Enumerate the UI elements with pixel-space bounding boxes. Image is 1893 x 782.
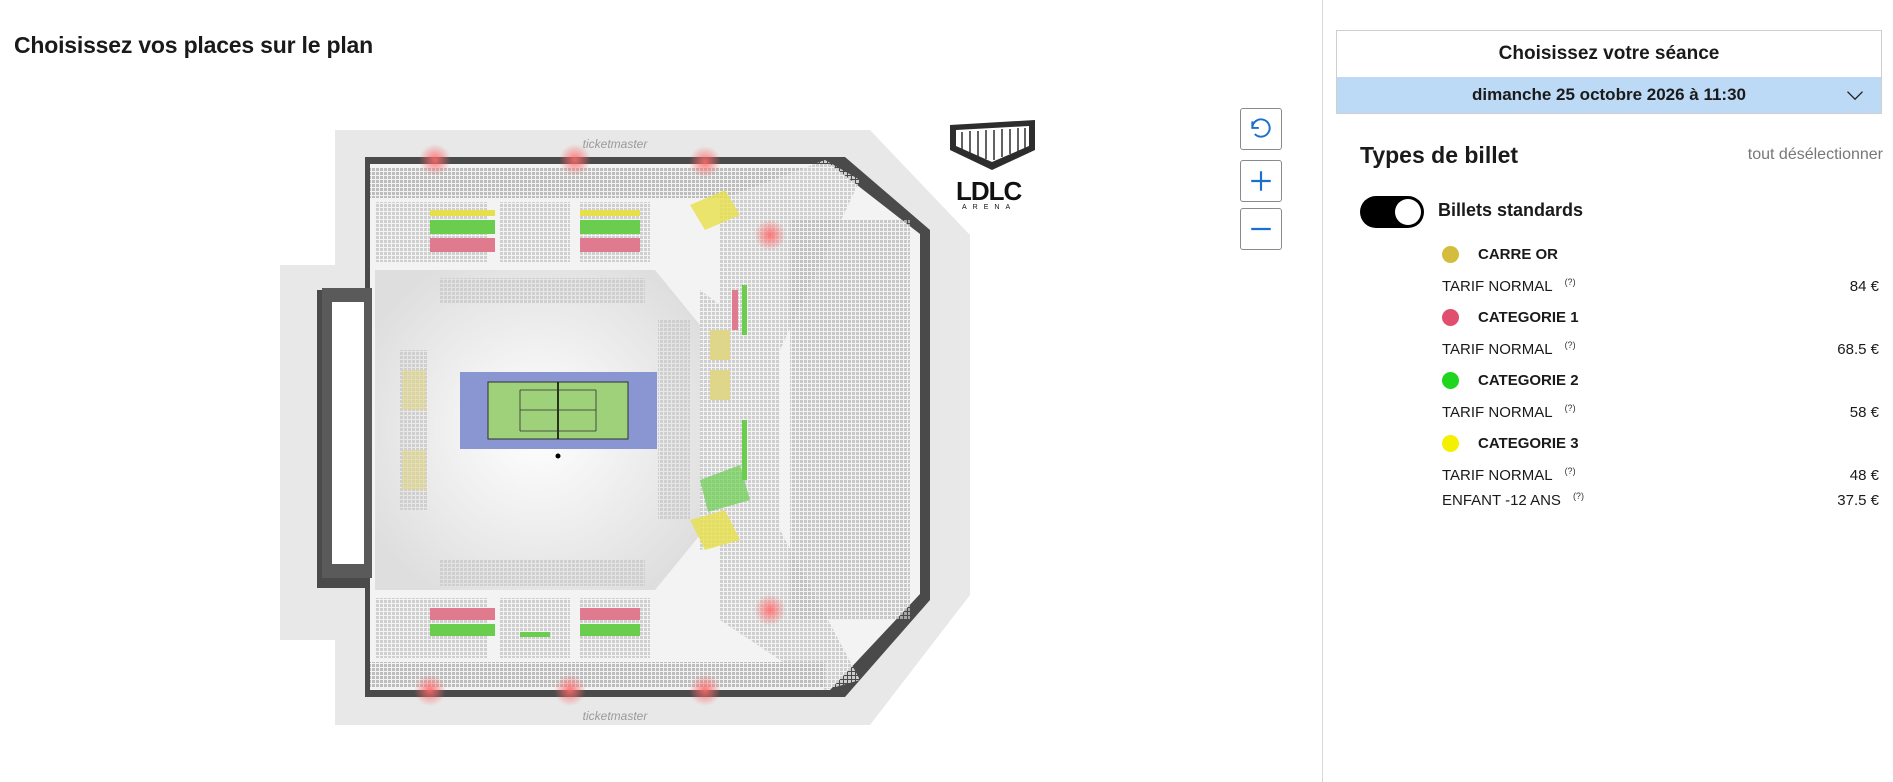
- category-carre-or: CARRE OR: [1442, 246, 1558, 263]
- cat2-rows: [430, 220, 495, 234]
- session-selector: Choisissez votre séance dimanche 25 octo…: [1336, 30, 1882, 114]
- seat-map[interactable]: ticketmaster ticketmaster: [280, 120, 980, 735]
- session-dropdown[interactable]: dimanche 25 octobre 2026 à 11:30: [1337, 77, 1881, 113]
- rate-label: TARIF NORMAL: [1442, 467, 1553, 484]
- right-upper-stand[interactable]: [790, 220, 910, 620]
- logo-main-text: LDLC: [956, 176, 1022, 206]
- cat3-rows: [580, 210, 640, 216]
- light: [689, 146, 721, 178]
- cat3-rows: [430, 210, 495, 216]
- help-icon[interactable]: (?): [1565, 340, 1576, 350]
- ldlc-arena-logo: LDLC ARENA: [950, 120, 1035, 215]
- zoom-out-button[interactable]: [1240, 208, 1282, 250]
- category-name: CATEGORIE 1: [1478, 309, 1579, 326]
- carre-or-block: [710, 370, 730, 400]
- cat2-rows: [520, 632, 550, 637]
- deselect-all-link[interactable]: tout désélectionner: [1748, 146, 1883, 164]
- section-211[interactable]: [500, 202, 570, 262]
- rate-price: 48 €: [1849, 467, 1879, 484]
- help-icon[interactable]: (?): [1565, 277, 1576, 287]
- page-title: Choisissez vos places sur le plan: [14, 32, 373, 58]
- help-icon[interactable]: (?): [1565, 403, 1576, 413]
- reset-view-button[interactable]: [1240, 108, 1282, 150]
- cat1-rows: [430, 608, 495, 620]
- light: [689, 674, 721, 706]
- ticketmaster-watermark-top: ticketmaster: [583, 137, 649, 151]
- light: [554, 674, 586, 706]
- light: [414, 674, 446, 706]
- arena-plan[interactable]: ticketmaster ticketmaster: [280, 120, 980, 730]
- cat2-rows: [580, 220, 640, 234]
- light: [419, 144, 451, 176]
- panel-divider: [1322, 0, 1323, 782]
- floor-top-seats[interactable]: [440, 278, 645, 304]
- light: [754, 219, 786, 251]
- cat2-rows: [742, 420, 747, 480]
- rate-row[interactable]: ENFANT -12 ANS (?) 37.5 €: [1442, 491, 1879, 510]
- category-categorie-2: CATEGORIE 2: [1442, 372, 1579, 389]
- cat2-rows: [742, 285, 747, 335]
- rate-price: 68.5 €: [1837, 341, 1879, 358]
- rate-label: TARIF NORMAL: [1442, 278, 1553, 295]
- cat1-rows: [580, 238, 640, 252]
- rate-row[interactable]: TARIF NORMAL (?) 48 €: [1442, 466, 1879, 485]
- rate-row[interactable]: TARIF NORMAL (?) 58 €: [1442, 403, 1879, 422]
- carre-or-block: [402, 450, 426, 490]
- rate-price: 37.5 €: [1837, 492, 1879, 509]
- category-name: CATEGORIE 3: [1478, 435, 1579, 452]
- session-title: Choisissez votre séance: [1498, 43, 1720, 64]
- carre-or-block: [710, 330, 730, 360]
- category-color-dot: [1442, 435, 1459, 452]
- rate-label: ENFANT -12 ANS: [1442, 492, 1561, 509]
- zoom-in-button[interactable]: [1240, 160, 1282, 202]
- category-categorie-3: CATEGORIE 3: [1442, 435, 1579, 452]
- ticket-panel: Choisissez votre séance dimanche 25 octo…: [1336, 30, 1883, 509]
- cat1-rows: [732, 290, 738, 330]
- umpire-chair: [555, 453, 561, 459]
- ticketmaster-watermark-bottom: ticketmaster: [583, 709, 649, 723]
- logo-sub-text: ARENA: [962, 204, 1017, 211]
- standard-tickets-toggle[interactable]: [1360, 196, 1424, 228]
- help-icon[interactable]: (?): [1565, 466, 1576, 476]
- rate-row[interactable]: TARIF NORMAL (?) 68.5 €: [1442, 340, 1879, 359]
- plus-icon: [1251, 171, 1271, 191]
- minus-icon: [1251, 227, 1271, 231]
- category-color-dot: [1442, 246, 1459, 263]
- category-categorie-1: CATEGORIE 1: [1442, 309, 1579, 326]
- category-name: CATEGORIE 2: [1478, 372, 1579, 389]
- floor-bottom-seats[interactable]: [440, 560, 645, 586]
- section-202[interactable]: [500, 598, 570, 658]
- floor-right-seats[interactable]: [658, 320, 690, 520]
- chevron-down-icon: [1847, 91, 1863, 101]
- toggle-knob: [1395, 199, 1421, 225]
- rate-label: TARIF NORMAL: [1442, 341, 1553, 358]
- category-color-dot: [1442, 309, 1459, 326]
- category-name: CARRE OR: [1478, 246, 1559, 263]
- cat1-rows: [580, 608, 640, 620]
- rate-price: 84 €: [1849, 278, 1879, 295]
- cat2-rows: [580, 624, 640, 636]
- standard-tickets-label: Billets standards: [1438, 200, 1584, 220]
- category-color-dot: [1442, 372, 1459, 389]
- rotate-ccw-icon: [1251, 118, 1271, 138]
- help-icon[interactable]: (?): [1573, 491, 1584, 501]
- cat2-rows: [430, 624, 495, 636]
- left-stage-screen: [332, 302, 364, 564]
- rate-label: TARIF NORMAL: [1442, 404, 1553, 421]
- session-selected-value: dimanche 25 octobre 2026 à 11:30: [1471, 85, 1747, 104]
- light: [754, 594, 786, 626]
- cat1-rows: [430, 238, 495, 252]
- ticket-types-title: Types de billet: [1360, 142, 1519, 168]
- rate-price: 58 €: [1849, 404, 1879, 421]
- seat-map-panel: Choisissez vos places sur le plan ticket…: [0, 0, 1322, 782]
- carre-or-block: [402, 370, 426, 410]
- rate-row[interactable]: TARIF NORMAL (?) 84 €: [1442, 277, 1879, 296]
